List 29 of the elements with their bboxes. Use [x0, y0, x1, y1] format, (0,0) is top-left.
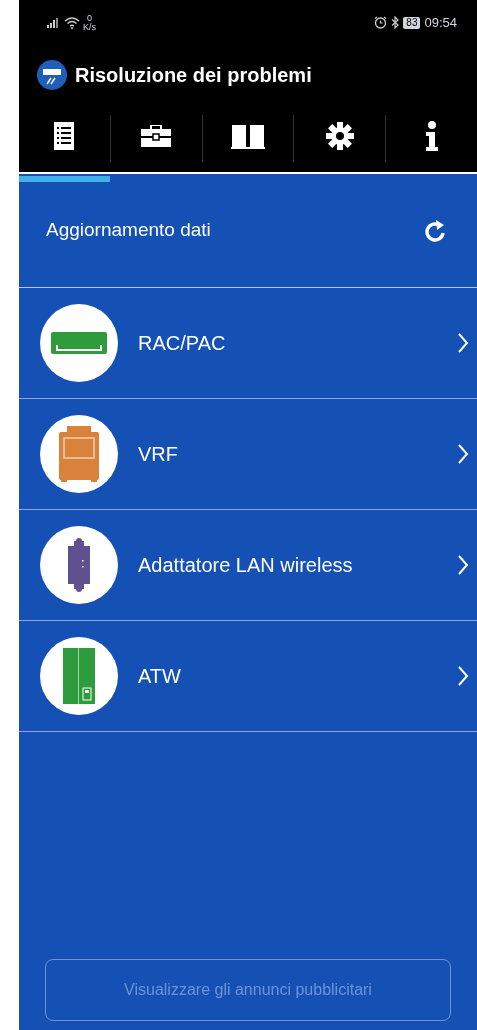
wifi-icon: [64, 16, 80, 29]
chevron-right-icon: [457, 665, 469, 687]
screen-title: Risoluzione dei problemi: [75, 63, 312, 88]
chevron-right-icon: [457, 332, 469, 354]
info-icon: [424, 120, 439, 151]
refresh-label: Aggiornamento dati: [46, 218, 211, 243]
category-row[interactable]: VRF: [19, 399, 477, 510]
category-row[interactable]: ATW: [19, 621, 477, 732]
category-label: ATW: [138, 664, 182, 689]
signal-icon: [47, 17, 61, 28]
category-row[interactable]: RAC/PAC: [19, 288, 477, 399]
chevron-right-icon: [457, 443, 469, 465]
chevron-right-icon: [457, 554, 469, 576]
alarm-icon: [374, 16, 388, 29]
clock-time: 09:54: [424, 13, 457, 32]
refresh-row[interactable]: Aggiornamento dati: [19, 174, 477, 288]
category-label: RAC/PAC: [138, 331, 227, 356]
book-icon: [231, 122, 265, 149]
category-row[interactable]: Adattatore LAN wireless: [19, 510, 477, 621]
network-speed-unit: K/s: [83, 22, 96, 32]
network-speed-value: 0: [87, 13, 92, 23]
refresh-icon: [425, 218, 447, 243]
bluetooth-icon: [391, 16, 400, 29]
toolbox-icon: [141, 124, 172, 147]
category-label: Adattatore LAN wireless: [138, 553, 354, 578]
app-logo-icon: [37, 60, 67, 90]
list-icon: [54, 121, 75, 150]
category-label: VRF: [138, 442, 179, 467]
battery-indicator: 83: [403, 16, 421, 29]
